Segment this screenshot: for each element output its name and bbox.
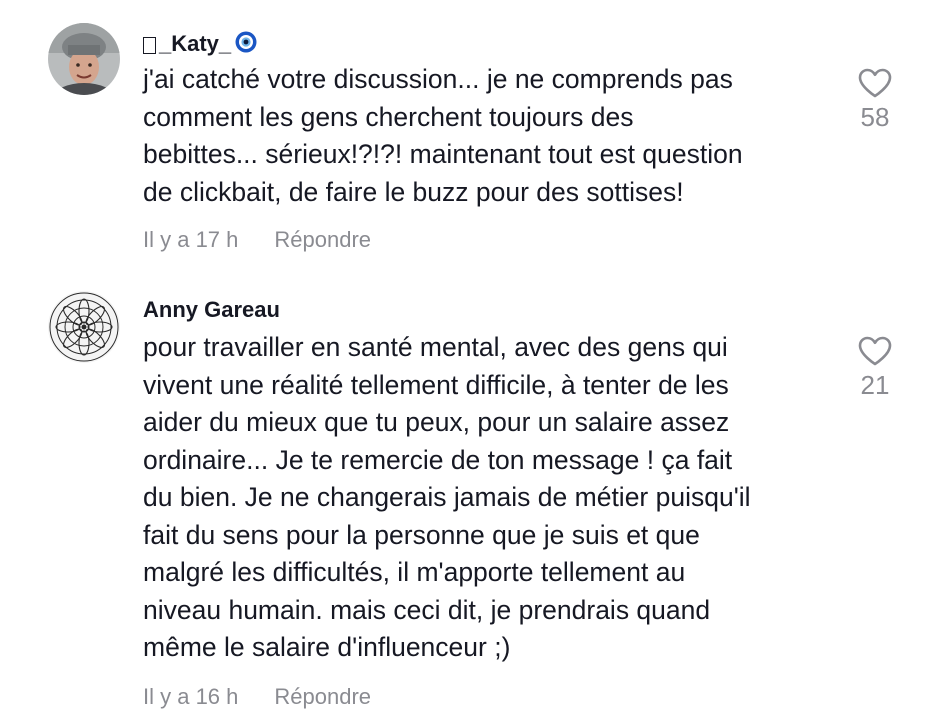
like-count: 21 xyxy=(860,370,890,400)
comment-username[interactable]: _Katy_ xyxy=(143,30,257,58)
reply-button[interactable]: Répondre xyxy=(274,227,371,252)
like-control: 58 xyxy=(845,68,905,133)
user-avatar[interactable] xyxy=(48,23,120,95)
person-photo-avatar-icon xyxy=(48,23,120,95)
heart-icon[interactable] xyxy=(858,336,892,366)
comment-text: pour travailler en santé mental, avec de… xyxy=(143,332,751,662)
mandala-avatar-icon xyxy=(48,291,120,363)
comment-timestamp: Il y a 17 h xyxy=(143,227,239,252)
comment-timestamp: Il y a 16 h xyxy=(143,684,239,709)
unknown-glyph-icon xyxy=(143,36,156,54)
comment-username[interactable]: Anny Gareau xyxy=(143,297,280,323)
user-avatar[interactable] xyxy=(48,291,120,363)
comment-meta: Il y a 16 h Répondre xyxy=(143,684,371,710)
like-count: 58 xyxy=(860,102,890,132)
like-control: 21 xyxy=(845,336,905,401)
heart-icon[interactable] xyxy=(858,68,892,98)
reply-button[interactable]: Répondre xyxy=(274,684,371,709)
comment-meta: Il y a 17 h Répondre xyxy=(143,227,371,253)
nazar-eye-icon xyxy=(235,31,257,59)
comment-text: j'ai catché votre discussion... je ne co… xyxy=(143,64,743,207)
